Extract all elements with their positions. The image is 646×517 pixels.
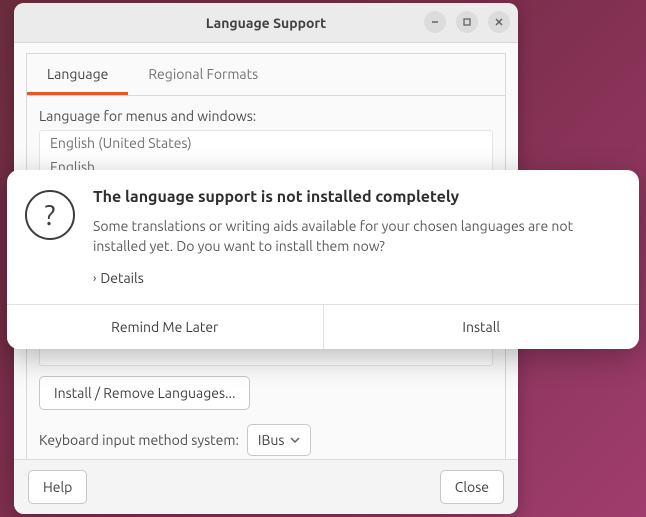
footer: Help Close [14,459,518,514]
install-remove-languages-button[interactable]: Install / Remove Languages... [39,376,250,410]
dialog-actions: Remind Me Later Install [7,304,639,349]
details-expander[interactable]: › Details [93,270,144,286]
install-dialog: ? The language support is not installed … [7,170,639,349]
window-controls [424,11,510,33]
dialog-title: The language support is not installed co… [93,188,615,206]
close-window-button[interactable]: Close [440,470,504,504]
close-button[interactable] [488,11,510,33]
button-label: Remind Me Later [111,319,218,335]
details-label: Details [100,270,143,286]
chevron-right-icon: › [93,272,96,285]
language-section-label: Language for menus and windows: [39,108,493,124]
select-value: IBus [258,432,285,448]
remind-later-button[interactable]: Remind Me Later [7,305,323,349]
button-label: Help [43,479,72,495]
button-label: Install / Remove Languages... [54,385,235,401]
keyboard-method-select[interactable]: IBus [247,424,312,456]
button-label: Close [455,479,489,495]
keyboard-row: Keyboard input method system: IBus [39,424,493,456]
list-item[interactable]: English (United States) [40,131,492,155]
maximize-button[interactable] [456,11,478,33]
window-title: Language Support [206,15,326,31]
tab-label: Regional Formats [148,66,258,82]
chevron-down-icon [290,436,300,444]
keyboard-label: Keyboard input method system: [39,432,239,448]
tab-label: Language [47,66,108,82]
tab-language[interactable]: Language [27,54,128,95]
button-label: Install [462,319,500,335]
dialog-text: The language support is not installed co… [93,188,615,286]
install-button[interactable]: Install [323,305,640,349]
question-icon: ? [25,190,75,240]
minimize-button[interactable] [424,11,446,33]
tab-bar: Language Regional Formats [27,54,505,96]
tab-regional-formats[interactable]: Regional Formats [128,54,278,95]
help-button[interactable]: Help [28,470,87,504]
dialog-body: ? The language support is not installed … [7,170,639,304]
dialog-message: Some translations or writing aids availa… [93,216,615,257]
titlebar: Language Support [14,3,518,43]
